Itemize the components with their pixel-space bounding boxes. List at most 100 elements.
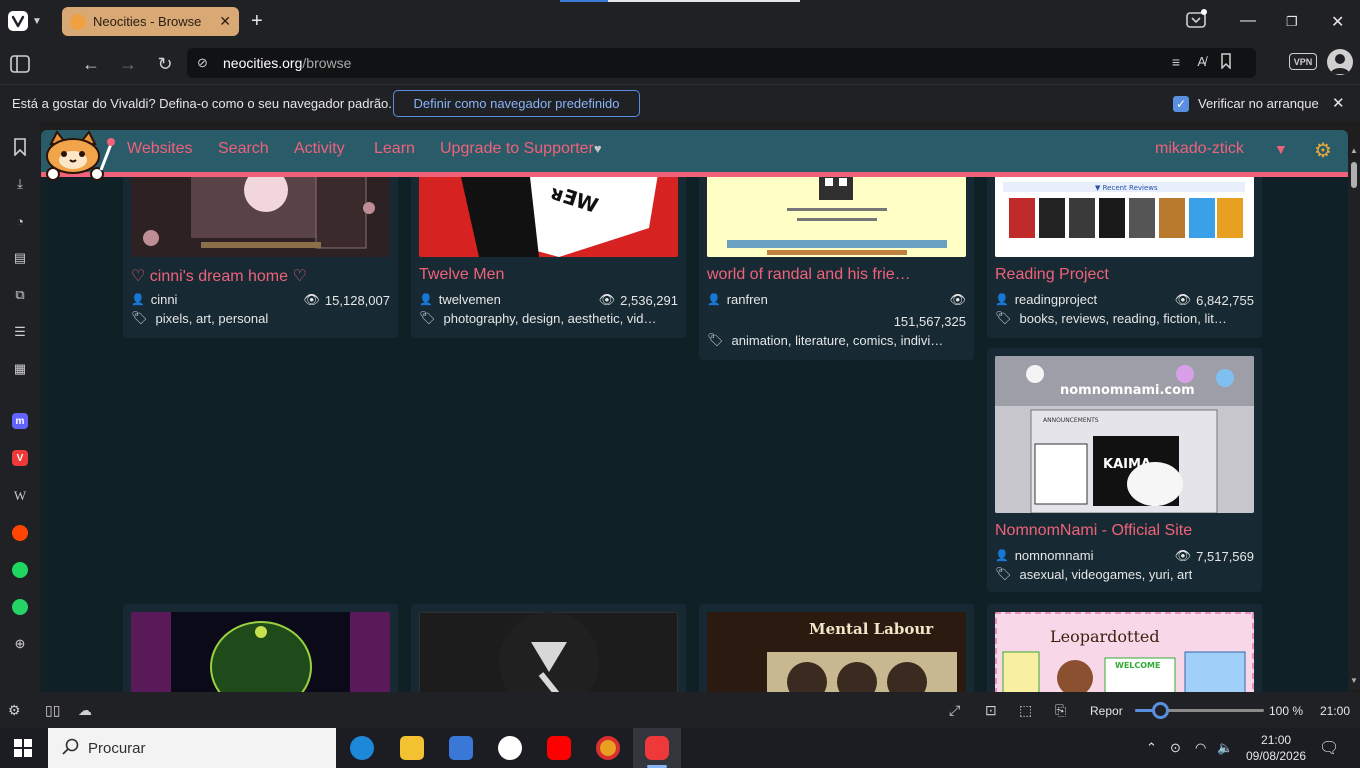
images-toggle-icon[interactable]: ⎘ bbox=[1055, 702, 1066, 719]
reader-view-icon[interactable]: ≡ bbox=[1172, 54, 1180, 70]
taskbar-clock[interactable]: 21:00 09/08/2026 bbox=[1246, 732, 1306, 764]
vivaldi-app-icon[interactable] bbox=[645, 736, 669, 760]
user-menu-caret-icon[interactable]: ▼ bbox=[1274, 141, 1288, 157]
sync-cloud-icon[interactable]: ☁ bbox=[78, 702, 92, 719]
nav-learn[interactable]: Learn bbox=[374, 140, 415, 158]
page-tiling-icon[interactable]: ⊡ bbox=[985, 702, 997, 719]
downloads-panel-icon[interactable]: ⤓ bbox=[10, 174, 30, 194]
window-panel-icon[interactable]: ▦ bbox=[10, 359, 30, 379]
notification-close-icon[interactable]: ✕ bbox=[1332, 94, 1345, 112]
site-tags[interactable]: 🏷 pixels, art, personal bbox=[131, 310, 391, 326]
site-thumbnail[interactable]: Leopardotted WELCOME bbox=[995, 612, 1254, 692]
tile-panels-icon[interactable]: ▯▯ bbox=[45, 702, 60, 719]
notifications-icon[interactable]: 🗨 bbox=[1319, 738, 1339, 758]
back-icon[interactable]: ← bbox=[79, 52, 103, 76]
nav-search[interactable]: Search bbox=[218, 140, 269, 158]
zoom-reset-button[interactable]: Repor bbox=[1090, 704, 1123, 718]
bookmark-icon[interactable] bbox=[1220, 53, 1232, 69]
show-hidden-icons[interactable]: ⌃ bbox=[1146, 740, 1157, 756]
chrome-app-icon[interactable] bbox=[596, 736, 620, 760]
site-tags[interactable]: 🏷 asexual, videogames, yuri, art bbox=[995, 566, 1255, 582]
taskbar-search-box[interactable]: Procurar bbox=[48, 728, 336, 768]
nav-username[interactable]: mikado-ztick bbox=[1155, 140, 1244, 158]
vpn-button[interactable]: VPN bbox=[1289, 53, 1317, 70]
scroll-up-icon[interactable]: ▲ bbox=[1350, 146, 1358, 155]
site-title[interactable]: ♡ cinni's dream home ♡ bbox=[131, 266, 391, 286]
scrollbar-thumb[interactable] bbox=[1351, 162, 1357, 188]
tab-neocities[interactable]: Neocities - Browse ✕ bbox=[62, 7, 239, 36]
site-thumbnail[interactable] bbox=[707, 168, 966, 257]
forward-icon[interactable]: → bbox=[116, 52, 140, 76]
tag-list: photography, design, aesthetic, vid… bbox=[443, 310, 657, 326]
meet-now-icon[interactable]: ⊙ bbox=[1170, 740, 1181, 756]
settings-gear-icon[interactable]: ⚙ bbox=[1314, 138, 1332, 163]
panel-toggle-icon[interactable] bbox=[8, 52, 32, 76]
tab-close-icon[interactable]: ✕ bbox=[219, 13, 231, 30]
microsoft-store-app-icon[interactable] bbox=[449, 736, 473, 760]
check-on-startup-checkbox[interactable]: ✓ bbox=[1173, 96, 1189, 112]
site-thumbnail[interactable] bbox=[131, 612, 390, 692]
svg-text:WELCOME: WELCOME bbox=[1115, 661, 1160, 670]
profile-avatar-icon[interactable] bbox=[1327, 49, 1353, 75]
neocities-cat-logo[interactable] bbox=[41, 130, 115, 184]
site-user[interactable]: 👤 twelvemen bbox=[419, 292, 501, 307]
whatsapp-app-icon[interactable] bbox=[498, 736, 522, 760]
tab-bar-menu-icon[interactable] bbox=[1186, 9, 1208, 29]
set-default-browser-button[interactable]: Definir como navegador predefinido bbox=[393, 90, 640, 117]
vivaldi-menu-button[interactable]: ▼ bbox=[8, 9, 48, 33]
nav-activity[interactable]: Activity bbox=[294, 140, 345, 158]
site-user[interactable]: 👤 nomnomnami bbox=[995, 548, 1093, 563]
vivaldi-panel-icon[interactable]: V bbox=[10, 448, 30, 468]
windows-start-icon[interactable] bbox=[14, 739, 32, 757]
site-user[interactable]: 👤 readingproject bbox=[995, 292, 1097, 307]
site-title[interactable]: Twelve Men bbox=[419, 266, 679, 284]
site-thumbnail[interactable]: ᴚƎW bbox=[419, 168, 678, 257]
site-title[interactable]: world of randal and his frie… bbox=[707, 266, 967, 284]
capture-icon[interactable]: ⤢ bbox=[949, 702, 960, 719]
whatsapp-panel-icon[interactable] bbox=[10, 597, 30, 617]
address-bar[interactable]: ⊘ neocities.org/browse ≡ A̸ bbox=[187, 48, 1256, 78]
site-title[interactable]: Reading Project bbox=[995, 266, 1255, 284]
history-panel-icon[interactable]: ◔ bbox=[10, 211, 30, 231]
zoom-slider-handle[interactable] bbox=[1151, 702, 1169, 719]
page-actions-icon[interactable]: ⬚ bbox=[1019, 702, 1032, 719]
site-thumbnail[interactable]: nomnomnami.com ANNOUNCEMENTS KAIMA bbox=[995, 356, 1254, 513]
notes-panel-icon[interactable]: ▤ bbox=[10, 248, 30, 268]
nav-upgrade-supporter[interactable]: Upgrade to Supporter♥ bbox=[440, 140, 602, 158]
add-web-panel-icon[interactable]: ⊕ bbox=[10, 634, 30, 654]
bookmarks-panel-icon[interactable] bbox=[10, 137, 30, 157]
status-clock[interactable]: 21:00 bbox=[1320, 704, 1350, 718]
site-info-icon[interactable]: ⊘ bbox=[197, 55, 208, 71]
site-thumbnail[interactable] bbox=[419, 612, 678, 692]
new-tab-button[interactable]: + bbox=[251, 10, 263, 33]
site-thumbnail[interactable]: Mental Labour bbox=[707, 612, 966, 692]
page-scrollbar[interactable]: ▲ ▼ bbox=[1348, 146, 1360, 690]
reload-icon[interactable]: ↻ bbox=[153, 52, 177, 76]
site-title[interactable]: NomnomNami - Official Site bbox=[995, 522, 1255, 540]
site-user[interactable]: 👤 ranfren bbox=[707, 292, 768, 307]
edge-app-icon[interactable] bbox=[350, 736, 374, 760]
spotify-panel-icon[interactable] bbox=[10, 560, 30, 580]
file-explorer-app-icon[interactable] bbox=[400, 736, 424, 760]
site-tags[interactable]: 🏷 animation, literature, comics, indivi… bbox=[707, 332, 967, 348]
site-thumbnail[interactable] bbox=[131, 168, 390, 257]
wifi-icon[interactable]: ◠ bbox=[1195, 740, 1206, 756]
close-window-button[interactable]: ✕ bbox=[1331, 12, 1344, 32]
youtube-app-icon[interactable] bbox=[547, 736, 571, 760]
restore-button[interactable]: ❐ bbox=[1286, 14, 1298, 30]
reading-list-panel-icon[interactable]: ☰ bbox=[10, 322, 30, 342]
site-tags[interactable]: 🏷 books, reviews, reading, fiction, lit… bbox=[995, 310, 1255, 326]
minimize-button[interactable]: — bbox=[1240, 12, 1256, 30]
reddit-panel-icon[interactable] bbox=[10, 523, 30, 543]
scroll-down-icon[interactable]: ▼ bbox=[1350, 676, 1358, 685]
settings-icon[interactable]: ⚙ bbox=[8, 702, 21, 719]
nav-websites[interactable]: Websites bbox=[127, 140, 193, 158]
site-user[interactable]: 👤 cinni bbox=[131, 292, 177, 307]
mastodon-panel-icon[interactable]: m bbox=[10, 411, 30, 431]
volume-icon[interactable]: 🔈 bbox=[1217, 740, 1233, 756]
site-thumbnail[interactable]: ▼ Recent Reviews bbox=[995, 168, 1254, 257]
site-tags[interactable]: 🏷 photography, design, aesthetic, vid… bbox=[419, 310, 679, 326]
translate-icon[interactable]: A̸ bbox=[1197, 54, 1206, 69]
translate-panel-icon[interactable]: ⧉ bbox=[10, 285, 30, 305]
wikipedia-panel-icon[interactable]: W bbox=[10, 486, 30, 506]
